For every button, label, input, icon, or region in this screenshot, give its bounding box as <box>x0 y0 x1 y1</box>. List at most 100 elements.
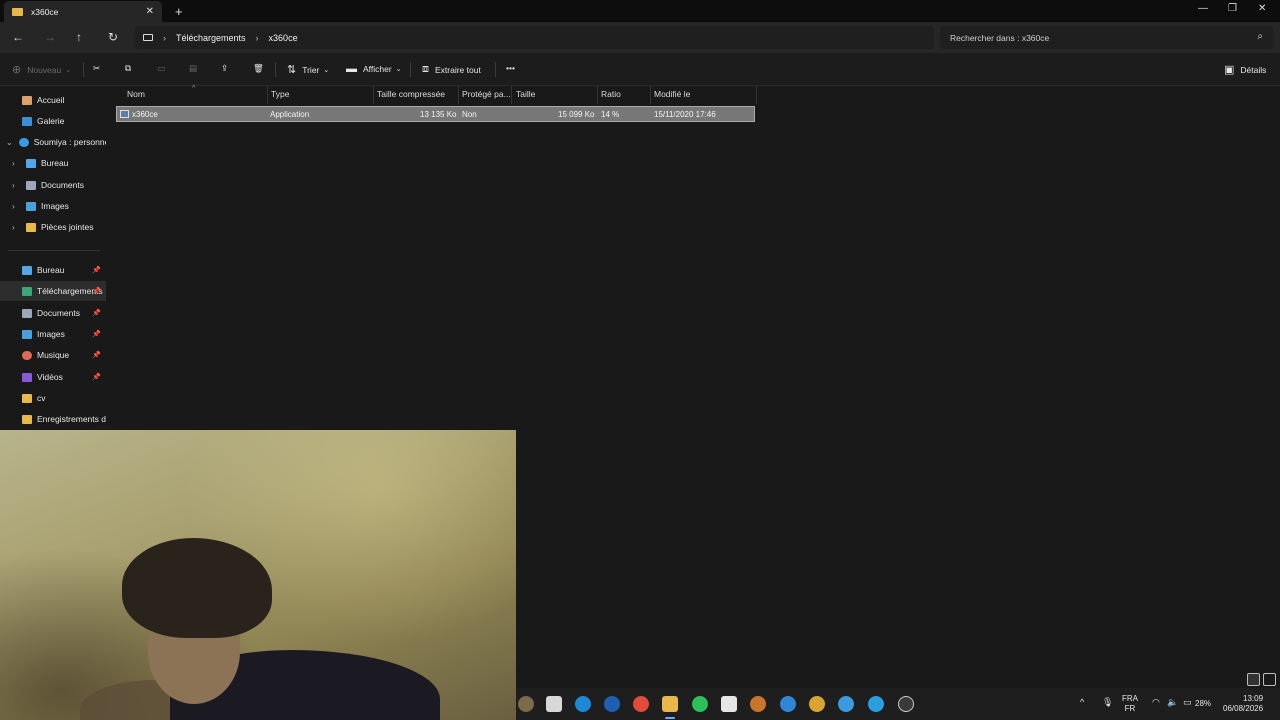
column-divider[interactable] <box>458 86 459 104</box>
chevron-right-icon[interactable]: › <box>12 223 22 232</box>
minimize-button[interactable]: — <box>1198 3 1208 14</box>
sidebar-item-bureau-cloud[interactable]: › Bureau <box>0 153 106 173</box>
divider <box>495 62 496 77</box>
forward-arrow-icon[interactable]: → <box>44 30 56 44</box>
tab-x360ce[interactable]: x360ce ✕ <box>4 1 162 22</box>
pin-icon[interactable]: 📌 <box>92 373 101 381</box>
delete-icon[interactable]: 🗑 <box>253 63 264 74</box>
whatsapp-icon[interactable] <box>692 696 708 712</box>
column-header-name[interactable]: Nom <box>127 89 145 99</box>
chevron-up-icon[interactable]: ^ <box>1080 697 1084 707</box>
column-divider[interactable] <box>650 86 651 104</box>
column-header-protected[interactable]: Protégé pa... <box>462 89 511 99</box>
store-icon[interactable] <box>721 696 737 712</box>
maximize-button[interactable]: ❐ <box>1228 3 1237 14</box>
sidebar-item-cv[interactable]: cv <box>0 388 106 408</box>
paste-icon[interactable]: ▭ <box>157 63 165 74</box>
chevron-right-icon[interactable]: › <box>163 33 166 43</box>
hp-icon[interactable] <box>604 696 620 712</box>
sidebar-item-telechargements[interactable]: Téléchargements 📌 <box>0 281 106 301</box>
sidebar-item-documents-cloud[interactable]: › Documents <box>0 175 106 195</box>
wifi-icon[interactable]: ◠ <box>1152 697 1160 708</box>
copy-icon[interactable]: ⧉ <box>125 63 131 74</box>
volume-icon[interactable]: 🔈 <box>1167 697 1178 708</box>
close-window-button[interactable]: ✕ <box>1258 3 1266 14</box>
cut-icon[interactable]: ✂ <box>93 63 100 74</box>
pin-icon[interactable]: 📌 <box>92 309 101 317</box>
chevron-right-icon[interactable]: › <box>256 33 259 43</box>
column-divider[interactable] <box>756 86 757 104</box>
column-header-type[interactable]: Type <box>271 89 289 99</box>
column-divider[interactable] <box>597 86 598 104</box>
details-button[interactable]: ▣ Détails <box>1224 63 1266 76</box>
breadcrumb[interactable]: › Téléchargements › x360ce <box>135 26 934 49</box>
view-button[interactable]: ▬ Afficher ⌄ <box>346 63 402 75</box>
telegram-icon[interactable] <box>868 696 884 712</box>
share-icon[interactable]: ⇪ <box>221 63 228 74</box>
chrome-alt-icon[interactable] <box>838 696 854 712</box>
edge-icon[interactable] <box>575 696 591 712</box>
refresh-icon[interactable]: ↻ <box>108 30 118 44</box>
up-arrow-icon[interactable]: ↑ <box>76 30 82 44</box>
sidebar-item-images-cloud[interactable]: › Images <box>0 196 106 216</box>
column-divider[interactable] <box>511 86 512 104</box>
sort-button[interactable]: ⇅ Trier ⌄ <box>287 63 329 76</box>
sidebar-item-galerie[interactable]: Galerie <box>0 111 106 131</box>
column-header-compressed[interactable]: Taille compressée <box>377 89 445 99</box>
file-modified: 15/11/2020 17:46 <box>654 110 716 119</box>
chevron-down-icon[interactable]: ⌄ <box>6 138 13 147</box>
pin-icon[interactable]: 📌 <box>92 330 101 338</box>
chevron-right-icon[interactable]: › <box>12 159 22 168</box>
more-options-icon[interactable]: ••• <box>506 63 515 73</box>
new-button[interactable]: ⊕ Nouveau ⌄ <box>12 63 71 76</box>
chrome-profile-icon[interactable] <box>809 696 825 712</box>
file-explorer-icon[interactable] <box>662 696 678 712</box>
chevron-right-icon[interactable]: › <box>12 181 22 190</box>
extract-all-button[interactable]: ⧈ Extraire tout <box>422 63 481 76</box>
column-divider[interactable] <box>267 86 268 104</box>
file-size: 15 099 Ko <box>558 110 595 119</box>
download-icon <box>22 286 32 296</box>
microphone-icon[interactable]: 🎙 <box>1102 697 1113 708</box>
column-header-modified[interactable]: Modifié le <box>654 89 690 99</box>
search-input[interactable]: Rechercher dans : x360ce ⌕ <box>940 26 1273 49</box>
sidebar-item-documents[interactable]: Documents 📌 <box>0 303 106 323</box>
details-view-icon[interactable] <box>1247 673 1260 686</box>
pin-icon[interactable]: 📌 <box>92 351 101 359</box>
column-header-ratio[interactable]: Ratio <box>601 89 621 99</box>
sidebar-item-pieces-jointes[interactable]: › Pièces jointes <box>0 217 106 237</box>
breadcrumb-x360ce[interactable]: x360ce <box>269 33 298 43</box>
help-icon[interactable] <box>780 696 796 712</box>
task-view-icon[interactable] <box>546 696 562 712</box>
new-tab-button[interactable]: + <box>175 4 183 19</box>
close-tab-icon[interactable]: ✕ <box>146 6 154 17</box>
sidebar-item-label: Images <box>37 329 65 339</box>
battery-icon[interactable]: ▭ <box>1183 697 1192 708</box>
sidebar-item-bureau[interactable]: Bureau 📌 <box>0 260 106 280</box>
back-arrow-icon[interactable]: ← <box>12 30 24 44</box>
sidebar-item-musique[interactable]: Musique 📌 <box>0 345 106 365</box>
sidebar-item-images[interactable]: Images 📌 <box>0 324 106 344</box>
sidebar-item-videos[interactable]: Vidéos 📌 <box>0 367 106 387</box>
chrome-icon[interactable] <box>633 696 649 712</box>
language-indicator[interactable]: FRA FR <box>1122 694 1138 714</box>
sidebar-item-accueil[interactable]: Accueil <box>0 90 106 110</box>
chevron-right-icon[interactable]: › <box>12 202 22 211</box>
sidebar-item-label: Soumiya : personne <box>33 137 106 147</box>
sidebar-item-enregistrements[interactable]: Enregistrements d'é <box>0 409 106 429</box>
file-ratio: 14 % <box>601 110 620 119</box>
obs-icon[interactable] <box>898 696 914 712</box>
sidebar-item-onedrive[interactable]: ⌄ Soumiya : personne <box>0 132 106 152</box>
app-icon[interactable] <box>750 696 766 712</box>
widgets-icon[interactable] <box>518 696 534 712</box>
pin-icon[interactable]: 📌 <box>92 266 101 274</box>
clock[interactable]: 13:09 06/08/2026 <box>1223 694 1263 714</box>
desktop-icon <box>26 158 36 168</box>
rename-icon[interactable]: ▤ <box>189 63 197 74</box>
table-row[interactable]: x360ce Application 13 135 Ko Non 15 099 … <box>116 106 755 122</box>
column-header-size[interactable]: Taille <box>516 89 535 99</box>
tiles-view-icon[interactable] <box>1263 673 1276 686</box>
breadcrumb-downloads[interactable]: Téléchargements <box>176 33 246 43</box>
pin-icon[interactable]: 📌 <box>92 287 101 295</box>
column-divider[interactable] <box>373 86 374 104</box>
